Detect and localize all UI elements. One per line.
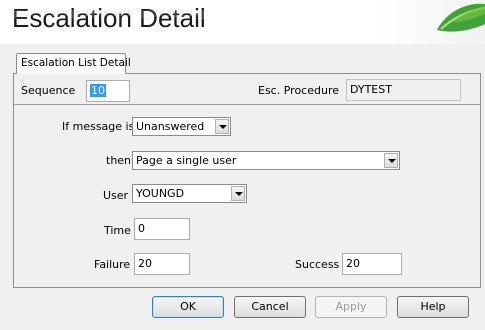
cancel-button[interactable]: Cancel [234, 296, 306, 318]
help-button[interactable]: Help [397, 296, 469, 318]
esc-procedure-label: Esc. Procedure [258, 84, 339, 97]
user-label: User [103, 189, 129, 202]
then-action-select[interactable]: Page a single user [132, 151, 400, 170]
tab-escalation-list-detail[interactable]: Escalation List Detail [16, 53, 131, 74]
chevron-down-icon[interactable] [384, 153, 398, 168]
success-label: Success [295, 258, 340, 271]
if-message-label: If message is [62, 120, 135, 133]
failure-label: Failure [94, 258, 131, 271]
if-message-value: Unanswered [136, 120, 205, 133]
dialog-header: Escalation Detail Escalation Detail [0, 0, 485, 44]
success-input[interactable]: 20 [342, 253, 402, 275]
then-action-value: Page a single user [136, 154, 237, 167]
chevron-down-icon[interactable] [215, 119, 229, 134]
time-label: Time [104, 224, 131, 237]
sequence-row: Sequence 10 Esc. Procedure DYTEST [14, 74, 480, 105]
then-label: then [106, 154, 132, 167]
sequence-input[interactable]: 10 [86, 80, 130, 102]
esc-procedure-field: DYTEST [346, 79, 461, 101]
green-leaf-icon [437, 3, 485, 32]
user-value: YOUNGD [136, 187, 185, 200]
apply-button[interactable]: Apply [315, 296, 387, 318]
if-message-select[interactable]: Unanswered [132, 117, 231, 136]
sequence-label: Sequence [21, 84, 76, 97]
detail-panel: Sequence 10 Esc. Procedure DYTEST If mes… [13, 73, 481, 288]
user-select[interactable]: YOUNGD [132, 184, 247, 203]
dialog-title-reflection: Escalation Detail [12, 7, 206, 22]
failure-input[interactable]: 20 [134, 253, 190, 275]
ok-button[interactable]: OK [152, 296, 224, 318]
sequence-value: 10 [90, 84, 106, 97]
time-input[interactable]: 0 [134, 218, 190, 240]
chevron-down-icon[interactable] [231, 186, 245, 201]
